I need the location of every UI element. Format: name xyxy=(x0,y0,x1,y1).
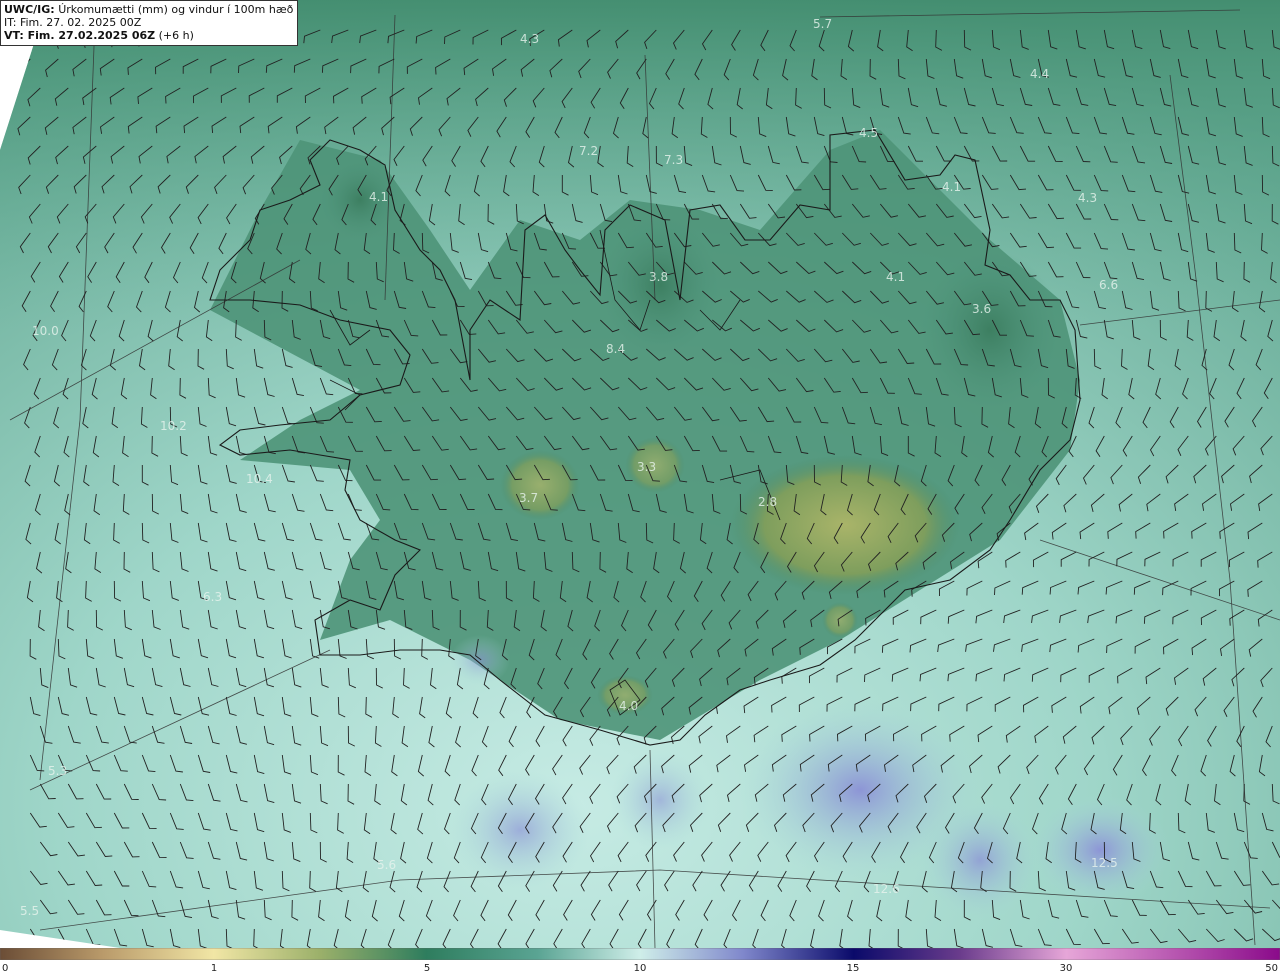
value-label: 4.1 xyxy=(886,270,905,284)
product-code: UWC/IG: xyxy=(4,3,55,16)
value-label: 4.4 xyxy=(1030,67,1049,81)
color-legend: 0 1 5 10 15 30 50 xyxy=(0,948,1280,978)
value-label: 10.2 xyxy=(160,419,187,433)
value-label: 5.5 xyxy=(20,904,39,918)
value-label: 4.0 xyxy=(619,699,638,713)
value-label: 3.7 xyxy=(519,491,538,505)
value-label: 5.7 xyxy=(813,17,832,31)
legend-tick: 0 xyxy=(2,963,9,974)
value-label: 3.3 xyxy=(637,460,656,474)
value-label: 4.5 xyxy=(859,126,878,140)
value-label: 8.4 xyxy=(606,342,625,356)
legend-colorbar xyxy=(0,948,1280,960)
value-label: 2.8 xyxy=(758,495,777,509)
legend-tick: 15 xyxy=(846,963,860,974)
value-label: 5.3 xyxy=(48,764,67,778)
lead-time: (+6 h) xyxy=(158,29,194,42)
value-label: 4.1 xyxy=(942,180,961,194)
map-header-box: UWC/IG: Úrkomumætti (mm) og vindur í 100… xyxy=(0,0,299,46)
value-label: 10.0 xyxy=(32,324,59,338)
value-label: 7.2 xyxy=(579,144,598,158)
map-canvas: 4.3 5.7 4.4 4.5 7.2 7.3 4.1 4.1 4.3 4.1 … xyxy=(0,0,1280,948)
legend-tick: 10 xyxy=(633,963,647,974)
value-label: 4.3 xyxy=(1078,191,1097,205)
value-label: 3.8 xyxy=(649,270,668,284)
legend-tick: 1 xyxy=(210,963,218,974)
init-time: IT: Fim. 27. 02. 2025 00Z xyxy=(4,16,142,29)
map-title: Úrkomumætti (mm) og vindur í 100m hæð xyxy=(58,3,294,16)
value-label: 12.6 xyxy=(873,882,900,896)
value-label: 4.1 xyxy=(369,190,388,204)
value-label: 12.5 xyxy=(1091,856,1118,870)
value-label: 4.3 xyxy=(520,32,539,46)
value-label: 5.6 xyxy=(377,858,396,872)
legend-tick: 5 xyxy=(423,963,431,974)
map-panel: 4.3 5.7 4.4 4.5 7.2 7.3 4.1 4.1 4.3 4.1 … xyxy=(0,0,1280,948)
value-label: 6.6 xyxy=(1099,278,1118,292)
legend-tick: 50 xyxy=(1265,963,1278,974)
value-label: 6.3 xyxy=(203,590,222,604)
valid-time: VT: Fim. 27.02.2025 06Z xyxy=(4,29,156,42)
value-label: 3.6 xyxy=(972,302,991,316)
value-label: 10.4 xyxy=(246,472,273,486)
value-label: 7.3 xyxy=(664,153,683,167)
legend-tick: 30 xyxy=(1059,963,1073,974)
